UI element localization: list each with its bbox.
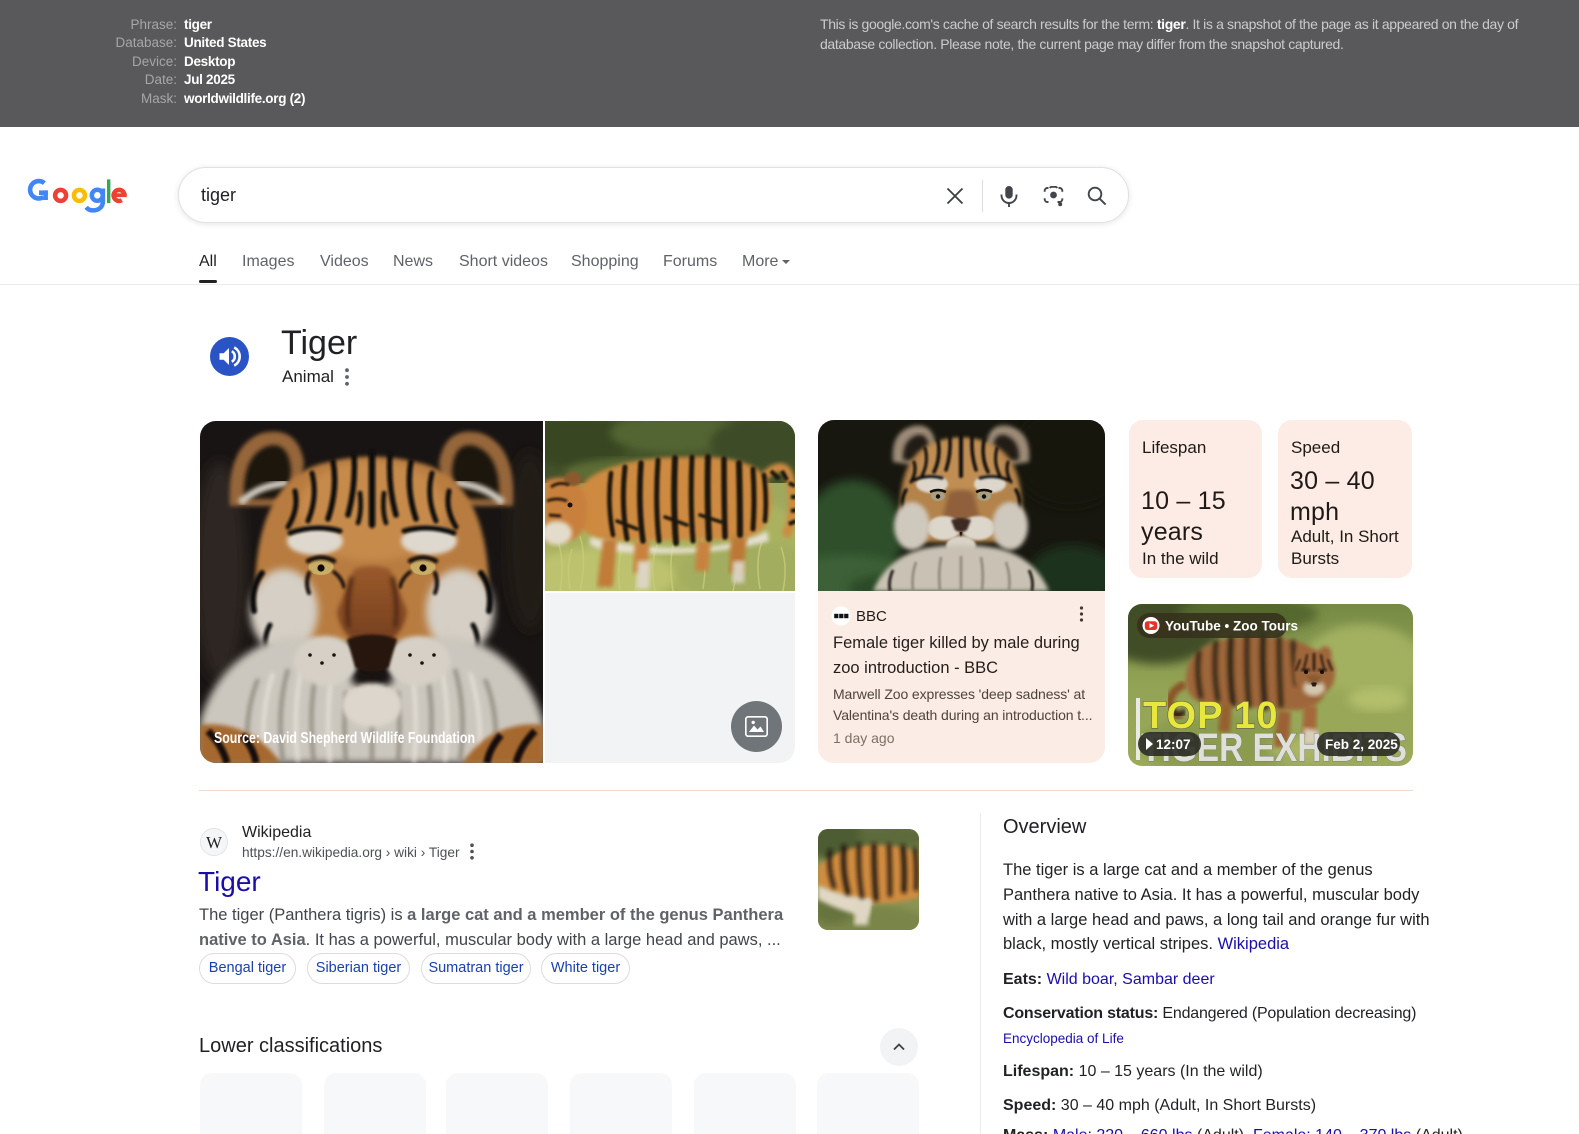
svg-text:Source: David Shepherd Wildlif: Source: David Shepherd Wildlife Foundati…: [214, 730, 475, 747]
svg-text:YouTube • Zoo Tours: YouTube • Zoo Tours: [1165, 619, 1298, 634]
svg-text:Feb 2, 2025: Feb 2, 2025: [1325, 737, 1398, 752]
svg-text:12:07: 12:07: [1156, 737, 1191, 752]
